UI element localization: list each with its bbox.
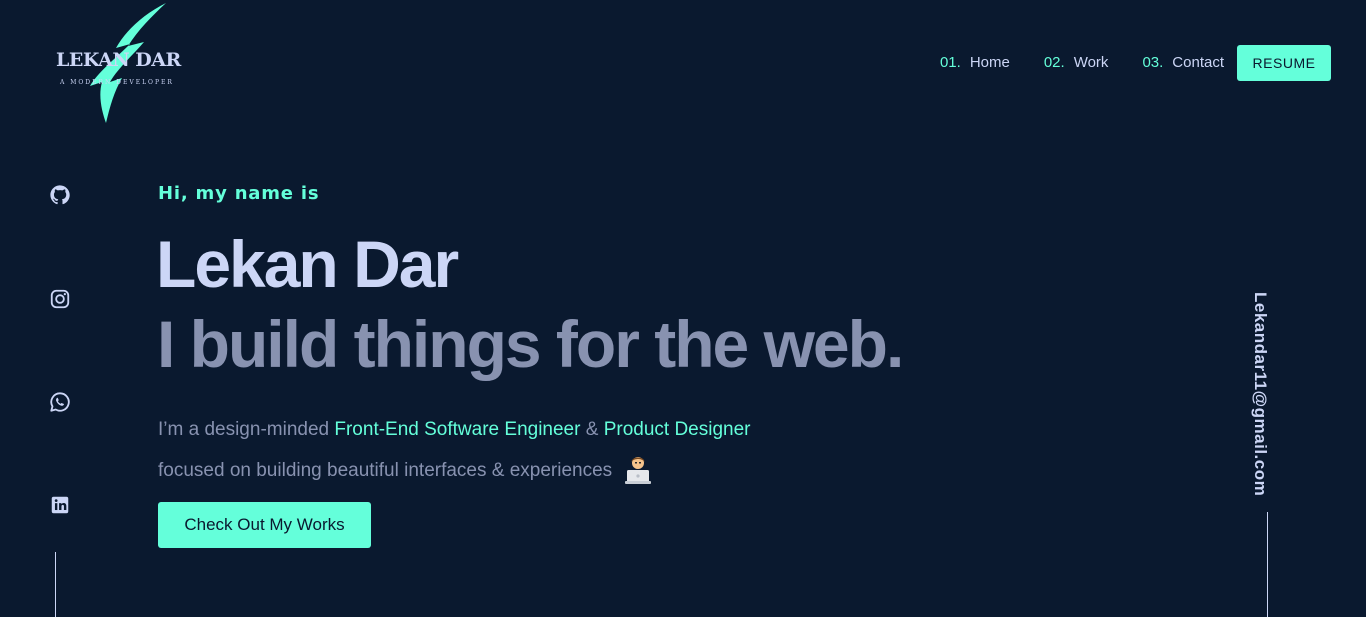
desc-amp: & <box>580 419 604 440</box>
greeting: Hi, my name is <box>158 183 320 204</box>
email-sidebar: Lekandar11@gmail.com <box>1250 292 1284 502</box>
nav-work[interactable]: 02. Work <box>1044 54 1109 71</box>
hero-description: I’m a design-minded Front-End Software E… <box>158 409 858 491</box>
technologist-emoji-icon <box>625 457 652 484</box>
nav-number: 01. <box>939 54 961 71</box>
desc-prefix: I’m a design-minded <box>158 419 335 440</box>
hero-name: Lekan Dar <box>156 227 459 301</box>
hero-tagline: I build things for the web. <box>157 307 904 381</box>
logo-title: LEKAN DAR <box>56 49 181 71</box>
role-frontend: Front-End Software Engineer <box>334 419 581 440</box>
instagram-icon[interactable] <box>49 288 71 310</box>
nav-contact[interactable]: 03. Contact <box>1142 54 1224 71</box>
nav-label: Home <box>969 54 1010 71</box>
portfolio-page: LEKAN DAR A MODERN DEVELOPER 01. Home 02… <box>0 0 1366 617</box>
nav-home[interactable]: 01. Home <box>940 54 1010 71</box>
whatsapp-icon[interactable] <box>49 391 71 413</box>
logo-subtitle: A MODERN DEVELOPER <box>60 79 174 86</box>
desc-line2: focused on building beautiful interfaces… <box>158 460 613 481</box>
social-divider-line <box>55 552 56 617</box>
github-icon[interactable] <box>49 184 71 206</box>
nav-label: Work <box>1073 54 1109 71</box>
nav-label: Contact <box>1172 54 1224 71</box>
nav-number: 03. <box>1142 54 1164 71</box>
nav-number: 02. <box>1043 54 1065 71</box>
role-designer: Product Designer <box>603 419 751 440</box>
email-divider-line <box>1267 512 1268 617</box>
linkedin-icon[interactable] <box>49 494 71 516</box>
main-nav: 01. Home 02. Work 03. Contact <box>940 54 1224 71</box>
email-link[interactable]: Lekandar11@gmail.com <box>1250 292 1270 496</box>
site-logo[interactable]: LEKAN DAR A MODERN DEVELOPER <box>52 2 182 126</box>
resume-button[interactable]: RESUME <box>1237 45 1331 81</box>
check-out-works-button[interactable]: Check Out My Works <box>158 502 371 548</box>
